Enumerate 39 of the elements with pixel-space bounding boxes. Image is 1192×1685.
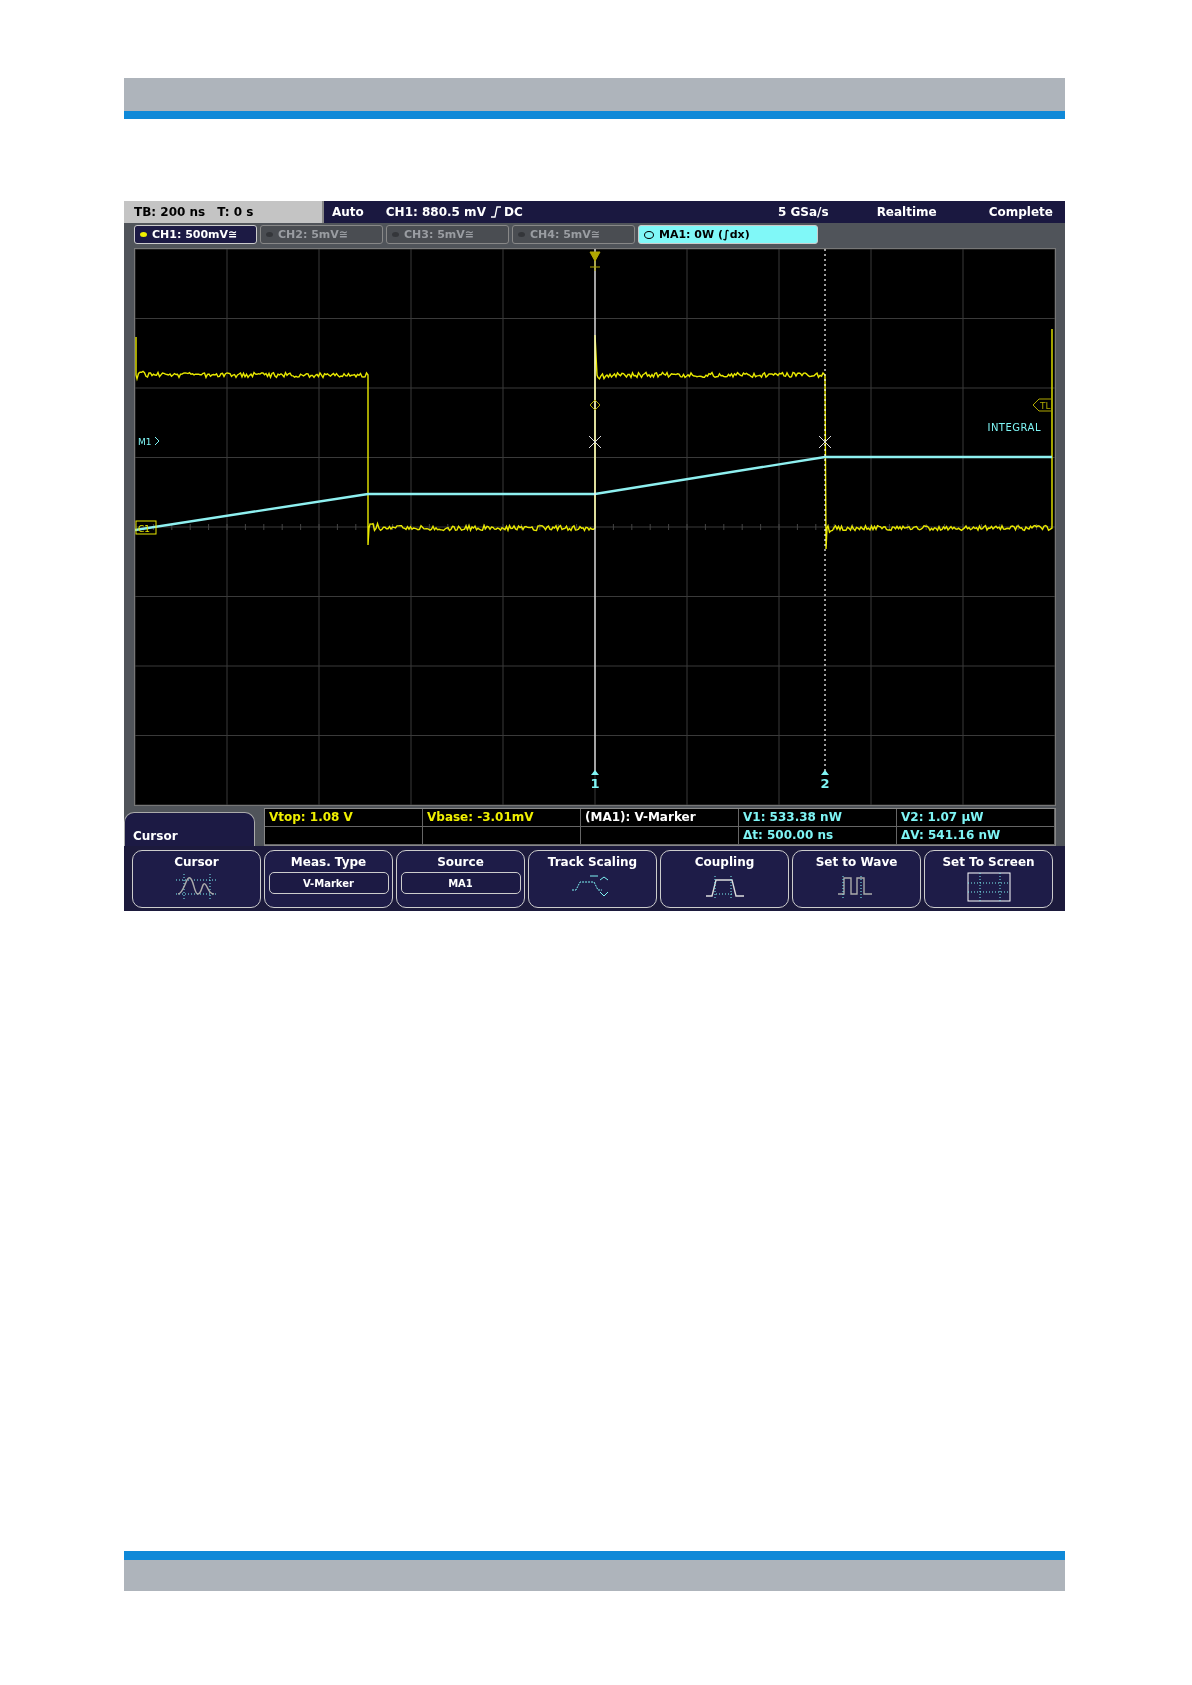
measurement-value: Vtop: 1.08 V xyxy=(265,809,423,827)
channel-tab[interactable]: CH1: 500mV≅ xyxy=(134,225,257,244)
softkey-button[interactable]: Cursor xyxy=(132,850,261,908)
softkey-button[interactable]: Track Scaling xyxy=(528,850,657,908)
sample-rate: 5 GSa/s xyxy=(777,205,829,219)
cursor-line[interactable] xyxy=(591,248,599,776)
cursor-crosshair-icon xyxy=(818,435,832,449)
softkey-button[interactable]: Meas. Type V-Marker xyxy=(264,850,393,908)
softkey-button[interactable]: Set To Screen xyxy=(924,850,1053,908)
screen-grid-icon xyxy=(965,872,1012,902)
softkey-value-button[interactable]: MA1 xyxy=(400,872,521,894)
softkey-value-button[interactable]: V-Marker xyxy=(268,872,389,894)
softkey-button[interactable]: Set to Wave xyxy=(792,850,921,908)
measurement-value: (MA1): V-Marker xyxy=(581,809,739,827)
trigger-level: CH1: 880.5 mV xyxy=(385,205,486,219)
cursor-line[interactable] xyxy=(821,248,829,776)
measurement-value: Vbase: -3.01mV xyxy=(423,809,581,827)
cursor-crosshair-icon xyxy=(588,435,602,449)
channel-tab[interactable]: MA1: 0W (∫dx) xyxy=(638,225,818,244)
timebase: TB: 200 ns xyxy=(134,205,206,219)
trigger-time: T: 0 s xyxy=(217,205,254,219)
trigger-position-icon xyxy=(589,251,601,272)
softkey-button[interactable]: Coupling xyxy=(660,850,789,908)
acquisition-mode: Realtime xyxy=(876,205,937,219)
rising-edge-icon xyxy=(489,206,502,218)
trigger-level-diamond-icon xyxy=(589,399,601,411)
measurement-value: V2: 1.07 µW xyxy=(897,809,1055,827)
trigger-mode: Auto xyxy=(332,205,364,219)
measurement-value: V1: 533.38 nW xyxy=(739,809,897,827)
trigger-coupling: DC xyxy=(503,205,523,219)
menu-title: Cursor xyxy=(124,812,255,846)
cursor-number: 1 xyxy=(590,776,600,791)
acquisition-state: Complete xyxy=(988,205,1053,219)
softkey-button[interactable]: Source MA1 xyxy=(396,850,525,908)
measurement-value: Δt: 500.00 ns xyxy=(739,827,897,845)
trace-label: INTEGRAL xyxy=(987,422,1041,433)
channel-ground-marker: C1 xyxy=(135,520,157,535)
measurement-value: ΔV: 541.16 nW xyxy=(897,827,1055,845)
cursor-number: 2 xyxy=(820,776,830,791)
